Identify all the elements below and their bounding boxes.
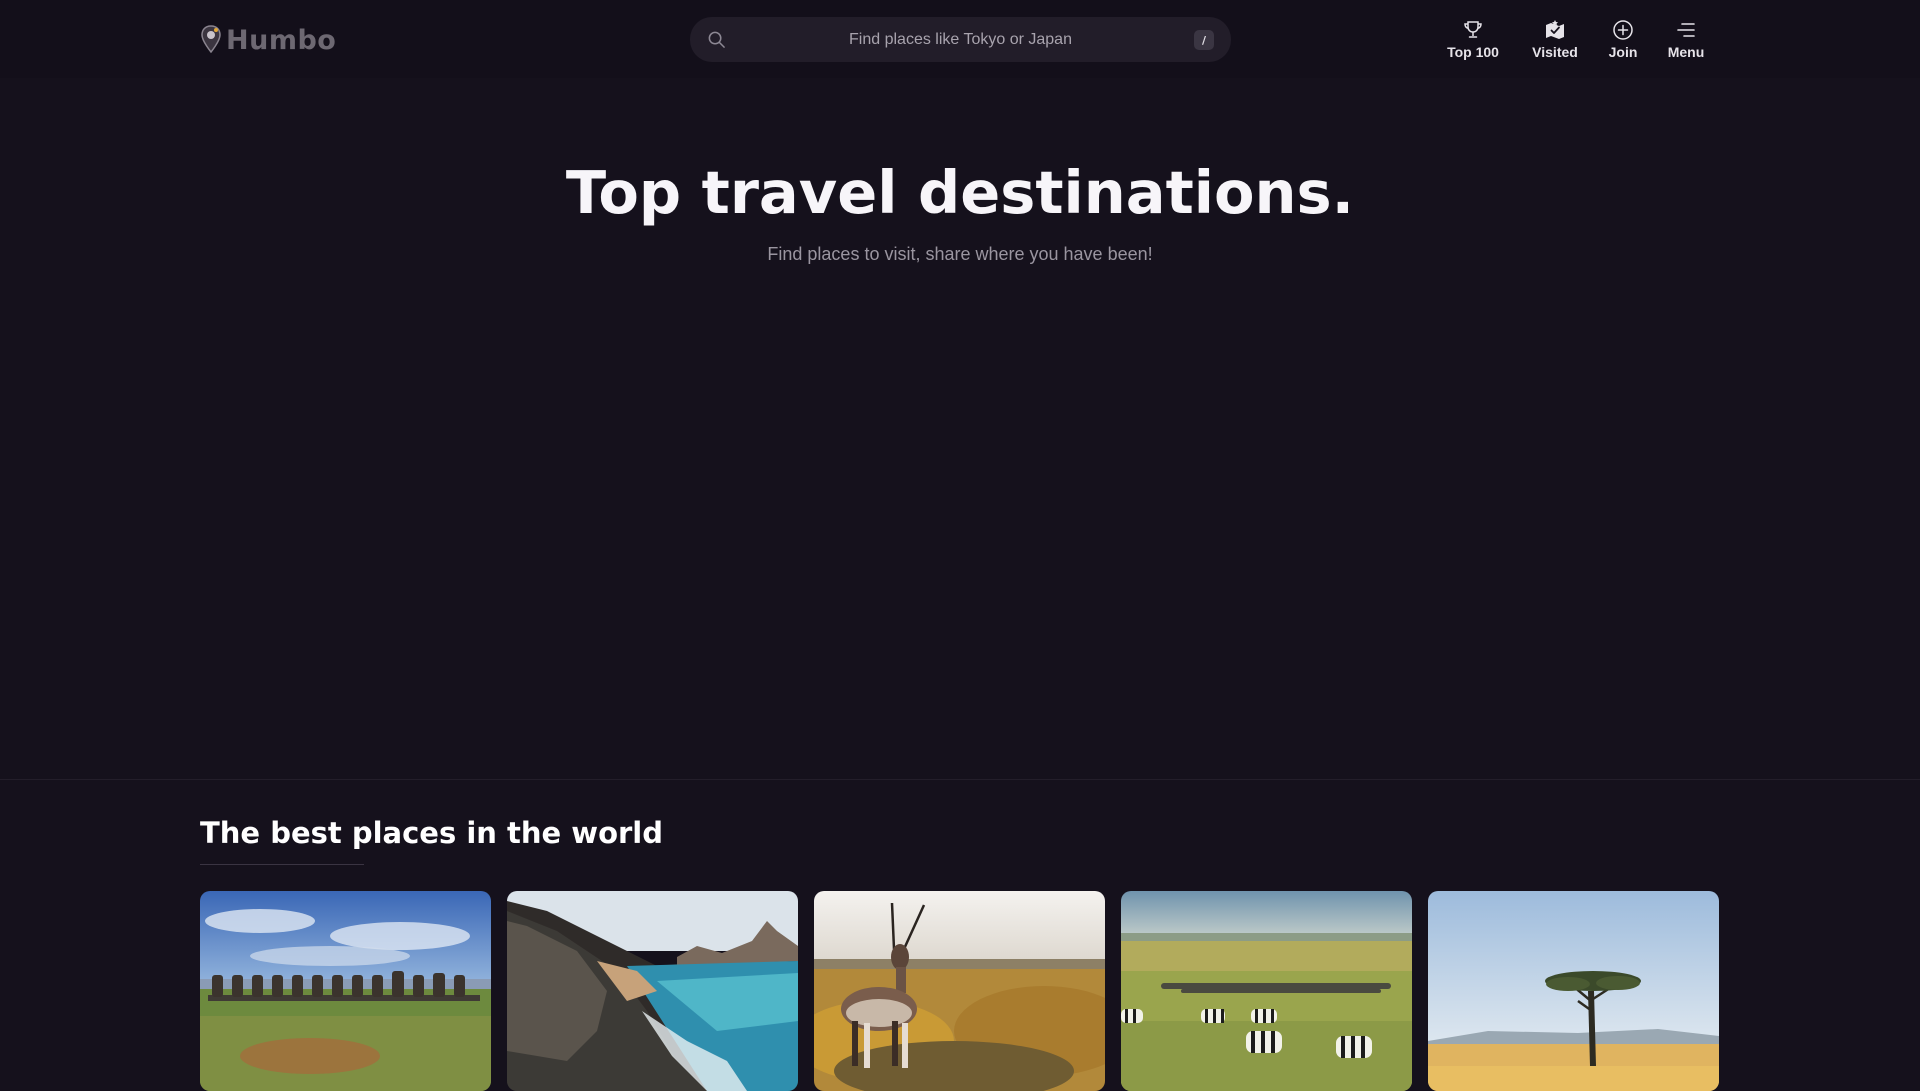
search-input[interactable] — [740, 17, 1181, 62]
moai-statues-photo — [200, 891, 491, 1091]
search-icon — [708, 31, 725, 48]
nav-label: Visited — [1532, 44, 1578, 60]
section-divider — [200, 864, 364, 865]
nav-label: Join — [1608, 44, 1638, 60]
acacia-tree-savanna-photo — [1428, 891, 1719, 1091]
destination-card[interactable] — [1428, 891, 1719, 1091]
destination-card[interactable] — [814, 891, 1105, 1091]
trophy-icon — [1464, 21, 1482, 38]
menu-icon — [1677, 23, 1695, 37]
logo[interactable]: Humbo — [200, 22, 336, 58]
nav-visited[interactable]: Visited — [1530, 18, 1580, 64]
logo-text: Humbo — [226, 24, 337, 56]
search-bar[interactable]: / — [690, 17, 1231, 62]
destination-card[interactable] — [507, 891, 798, 1091]
map-check-icon — [1546, 20, 1564, 39]
nav-label: Menu — [1667, 44, 1705, 60]
destination-card[interactable] — [1121, 891, 1412, 1091]
nav-menu[interactable]: Menu — [1667, 18, 1705, 64]
hero-subtitle: Find places to visit, share where you ha… — [767, 244, 1153, 264]
plus-circle-icon — [1613, 20, 1633, 40]
zebra-herd-savanna-photo — [1121, 891, 1412, 1091]
nav-top-100[interactable]: Top 100 — [1446, 18, 1500, 64]
hero-title: Top travel destinations. — [565, 158, 1355, 227]
hero-section: Top travel destinations. Find places to … — [0, 78, 1920, 780]
search-shortcut-badge: / — [1194, 30, 1214, 50]
nav-label: Top 100 — [1447, 44, 1499, 60]
destination-card[interactable] — [200, 891, 491, 1091]
destination-cards — [200, 891, 1720, 1091]
location-pin-icon — [201, 25, 221, 54]
nav-join[interactable]: Join — [1609, 18, 1637, 64]
oryx-antelope-photo — [814, 891, 1105, 1091]
rocky-coastline-photo — [507, 891, 798, 1091]
top-navbar: Humbo / Top 100 Visited Joi — [0, 0, 1920, 78]
section-title: The best places in the world — [200, 816, 663, 850]
